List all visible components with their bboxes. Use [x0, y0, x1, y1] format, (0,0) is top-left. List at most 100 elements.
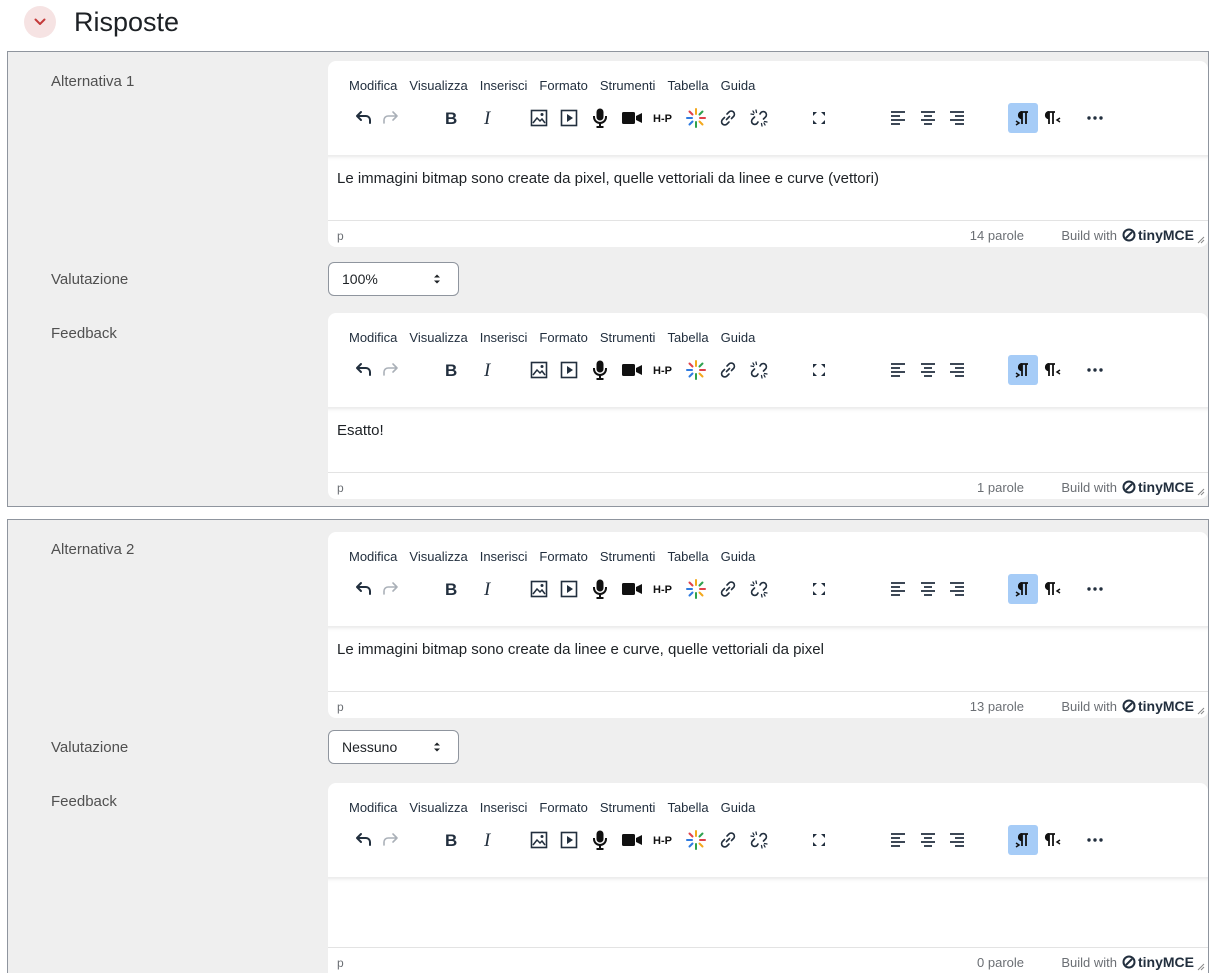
- menu-item[interactable]: Strumenti: [600, 800, 656, 815]
- toolbar-button[interactable]: [744, 823, 774, 857]
- editor-content[interactable]: Le immagini bitmap sono create da linee …: [328, 626, 1208, 690]
- toolbar-button[interactable]: [913, 572, 943, 606]
- menu-item[interactable]: Inserisci: [480, 800, 528, 815]
- toolbar-button[interactable]: I: [473, 101, 503, 135]
- toolbar-button[interactable]: [913, 823, 943, 857]
- toolbar-button[interactable]: [1038, 353, 1068, 387]
- toolbar-button[interactable]: [713, 823, 743, 857]
- toolbar-button[interactable]: H-P: [650, 572, 680, 606]
- element-path[interactable]: p: [337, 481, 344, 495]
- element-path[interactable]: p: [337, 956, 344, 970]
- toolbar-button[interactable]: B: [436, 101, 466, 135]
- toolbar-button[interactable]: [554, 353, 584, 387]
- toolbar-button[interactable]: [804, 823, 834, 857]
- tinymce-branding[interactable]: Build with tinyMCE: [1061, 479, 1194, 495]
- toolbar-button[interactable]: [375, 101, 405, 135]
- menu-item[interactable]: Inserisci: [480, 549, 528, 564]
- toolbar-button[interactable]: [524, 572, 554, 606]
- toolbar-button[interactable]: [681, 572, 711, 606]
- tinymce-branding[interactable]: Build with tinyMCE: [1061, 698, 1194, 714]
- menu-item[interactable]: Modifica: [349, 78, 397, 93]
- toolbar-button[interactable]: [744, 572, 774, 606]
- menu-item[interactable]: Modifica: [349, 549, 397, 564]
- collapse-button[interactable]: [24, 6, 56, 38]
- toolbar-button[interactable]: [804, 101, 834, 135]
- toolbar-button[interactable]: [883, 101, 913, 135]
- toolbar-button[interactable]: [585, 572, 615, 606]
- menu-item[interactable]: Visualizza: [409, 78, 467, 93]
- toolbar-button[interactable]: [883, 353, 913, 387]
- toolbar-button[interactable]: [1038, 823, 1068, 857]
- toolbar-button[interactable]: [804, 353, 834, 387]
- menu-item[interactable]: Guida: [721, 330, 756, 345]
- toolbar-button[interactable]: B: [436, 353, 466, 387]
- toolbar-button[interactable]: [681, 353, 711, 387]
- feedback-editor[interactable]: Modifica Visualizza Inserisci Formato Strume…: [328, 783, 1208, 973]
- menu-item[interactable]: Formato: [539, 800, 587, 815]
- menu-item[interactable]: Guida: [721, 549, 756, 564]
- resize-handle-icon[interactable]: [1196, 962, 1205, 971]
- toolbar-button[interactable]: [1080, 823, 1110, 857]
- word-count[interactable]: 0 parole: [977, 955, 1024, 970]
- menu-item[interactable]: Modifica: [349, 330, 397, 345]
- toolbar-button[interactable]: [375, 823, 405, 857]
- toolbar-button[interactable]: [585, 101, 615, 135]
- feedback-editor[interactable]: Modifica Visualizza Inserisci Formato Strume…: [328, 313, 1208, 499]
- menu-item[interactable]: Tabella: [667, 800, 708, 815]
- menu-item[interactable]: Visualizza: [409, 800, 467, 815]
- toolbar-button[interactable]: [804, 572, 834, 606]
- toolbar-button[interactable]: H-P: [650, 353, 680, 387]
- toolbar-button[interactable]: [617, 823, 647, 857]
- word-count[interactable]: 1 parole: [977, 480, 1024, 495]
- answer-editor[interactable]: Modifica Visualizza Inserisci Formato Strume…: [328, 61, 1208, 247]
- menu-item[interactable]: Tabella: [667, 549, 708, 564]
- menu-item[interactable]: Modifica: [349, 800, 397, 815]
- menu-item[interactable]: Strumenti: [600, 78, 656, 93]
- toolbar-button[interactable]: I: [473, 572, 503, 606]
- menu-item[interactable]: Inserisci: [480, 78, 528, 93]
- toolbar-button[interactable]: [1080, 101, 1110, 135]
- toolbar-button[interactable]: I: [473, 823, 503, 857]
- toolbar-button[interactable]: [744, 353, 774, 387]
- toolbar-button[interactable]: [883, 823, 913, 857]
- resize-handle-icon[interactable]: [1196, 235, 1205, 244]
- editor-content[interactable]: [328, 877, 1208, 941]
- element-path[interactable]: p: [337, 700, 344, 714]
- toolbar-button[interactable]: [681, 101, 711, 135]
- menu-item[interactable]: Guida: [721, 78, 756, 93]
- menu-item[interactable]: Formato: [539, 78, 587, 93]
- toolbar-button[interactable]: [1038, 572, 1068, 606]
- grade-select[interactable]: 100%: [328, 262, 459, 296]
- toolbar-button[interactable]: [1080, 572, 1110, 606]
- menu-item[interactable]: Formato: [539, 549, 587, 564]
- toolbar-button[interactable]: [913, 101, 943, 135]
- toolbar-button[interactable]: [1008, 103, 1038, 133]
- resize-handle-icon[interactable]: [1196, 487, 1205, 496]
- toolbar-button[interactable]: [1008, 355, 1038, 385]
- toolbar-button[interactable]: [554, 572, 584, 606]
- toolbar-button[interactable]: I: [473, 353, 503, 387]
- toolbar-button[interactable]: B: [436, 823, 466, 857]
- toolbar-button[interactable]: [942, 823, 972, 857]
- toolbar-button[interactable]: [713, 101, 743, 135]
- tinymce-branding[interactable]: Build with tinyMCE: [1061, 227, 1194, 243]
- toolbar-button[interactable]: [942, 101, 972, 135]
- toolbar-button[interactable]: [713, 353, 743, 387]
- resize-handle-icon[interactable]: [1196, 706, 1205, 715]
- editor-content[interactable]: Esatto!: [328, 407, 1208, 471]
- toolbar-button[interactable]: [585, 353, 615, 387]
- menu-item[interactable]: Visualizza: [409, 330, 467, 345]
- toolbar-button[interactable]: [1038, 101, 1068, 135]
- word-count[interactable]: 13 parole: [970, 699, 1024, 714]
- menu-item[interactable]: Guida: [721, 800, 756, 815]
- element-path[interactable]: p: [337, 229, 344, 243]
- menu-item[interactable]: Inserisci: [480, 330, 528, 345]
- menu-item[interactable]: Strumenti: [600, 549, 656, 564]
- toolbar-button[interactable]: [942, 353, 972, 387]
- toolbar-button[interactable]: [375, 572, 405, 606]
- toolbar-button[interactable]: H-P: [650, 823, 680, 857]
- menu-item[interactable]: Tabella: [667, 330, 708, 345]
- menu-item[interactable]: Visualizza: [409, 549, 467, 564]
- grade-select[interactable]: Nessuno: [328, 730, 459, 764]
- toolbar-button[interactable]: [913, 353, 943, 387]
